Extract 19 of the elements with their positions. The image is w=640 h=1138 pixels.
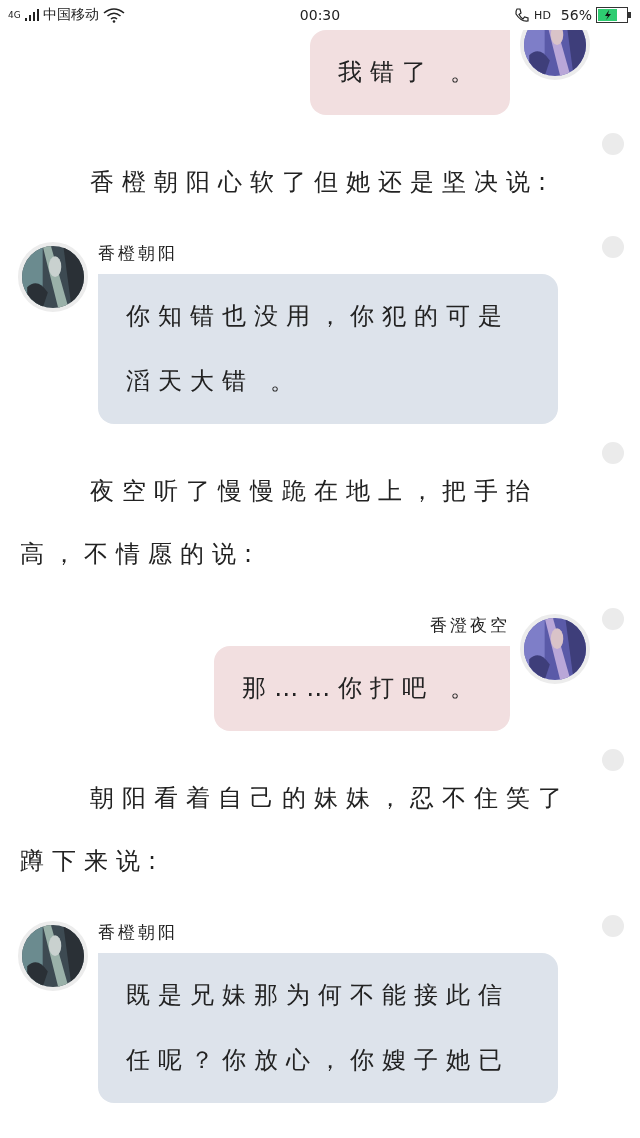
battery-icon: [596, 7, 632, 23]
battery-percent: 56%: [560, 7, 592, 23]
message-bubble: 那……你打吧 。: [214, 646, 510, 731]
sender-name: 香澄夜空: [430, 614, 510, 636]
message-bubble: 你知错也没用，你犯的可是滔天大错 。: [98, 274, 558, 424]
narration-text: 香橙朝阳心软了但她还是坚决说:: [89, 167, 556, 198]
narration-text: 朝阳看着自己的妹妹，忍不住笑了蹲下来说:: [20, 783, 570, 877]
sender-name: 香橙朝阳: [98, 921, 179, 943]
phone-icon: [514, 7, 531, 23]
wifi-icon: [102, 7, 125, 23]
message-bubble: 我错了 。: [310, 30, 510, 115]
call-mode: HD: [534, 8, 551, 22]
sender-name: 香橙朝阳: [98, 242, 179, 264]
clock-time: 00:30: [299, 7, 341, 23]
carrier-name: 中国移动: [42, 6, 99, 24]
message-bubble: 既是兄妹那为何不能接此信任呢？你放心，你嫂子她已: [98, 953, 558, 1103]
signal-icon: [24, 9, 39, 21]
network-type: 4G: [8, 10, 21, 20]
narration-text: 夜空听了慢慢跪在地上，把手抬高，不情愿的说:: [20, 476, 539, 570]
